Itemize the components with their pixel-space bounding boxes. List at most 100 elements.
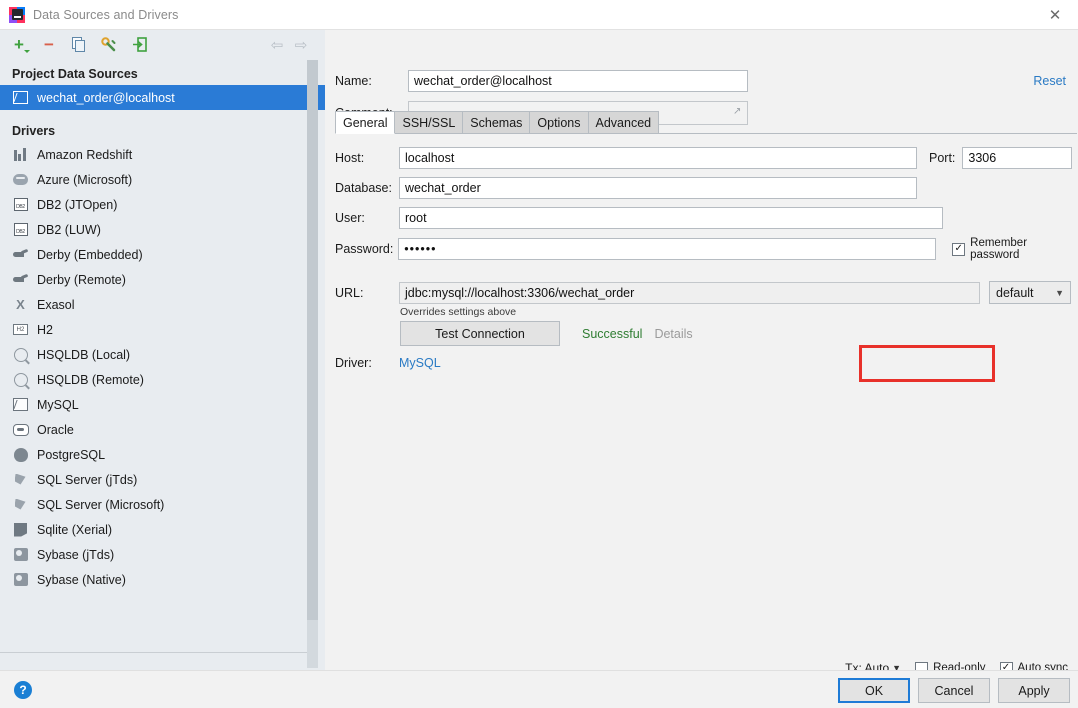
driver-item-derby-remote[interactable]: Derby (Remote) bbox=[0, 267, 325, 292]
driver-item-amazon-redshift[interactable]: Amazon Redshift bbox=[0, 142, 325, 167]
driver-item-exasol[interactable]: X Exasol bbox=[0, 292, 325, 317]
driver-item-hsqldb-local[interactable]: HSQLDB (Local) bbox=[0, 342, 325, 367]
tab-options[interactable]: Options bbox=[529, 111, 588, 133]
tab-schemas[interactable]: Schemas bbox=[462, 111, 530, 133]
driver-item-label: Exasol bbox=[37, 298, 75, 312]
password-input[interactable]: •••••• bbox=[398, 238, 936, 260]
nav-forward-icon[interactable]: ⇨ bbox=[289, 34, 313, 56]
help-icon[interactable]: ? bbox=[14, 681, 32, 699]
driver-item-sql-server-jtds[interactable]: SQL Server (jTds) bbox=[0, 467, 325, 492]
window-title-bar: Data Sources and Drivers ✕ bbox=[0, 0, 1078, 30]
reset-link[interactable]: Reset bbox=[1033, 74, 1066, 88]
url-label: URL: bbox=[335, 286, 399, 300]
drivers-header: Drivers bbox=[0, 110, 325, 142]
sybase-icon bbox=[12, 546, 29, 563]
sqlserver-icon bbox=[12, 496, 29, 513]
mysql-driver-icon bbox=[12, 89, 29, 106]
sidebar-toolbar: + − ⇦ ⇨ bbox=[0, 30, 325, 59]
apply-button[interactable]: Apply bbox=[998, 678, 1070, 703]
sybase-icon bbox=[12, 571, 29, 588]
password-field-row: Password: •••••• ✓ Remember password bbox=[335, 237, 1078, 261]
driver-item-sqlite-xerial[interactable]: Sqlite (Xerial) bbox=[0, 517, 325, 542]
data-sources-and-drivers-dialog: Data Sources and Drivers ✕ + − bbox=[0, 0, 1078, 708]
driver-item-derby-embedded[interactable]: Derby (Embedded) bbox=[0, 242, 325, 267]
cancel-button[interactable]: Cancel bbox=[918, 678, 990, 703]
add-data-source-button[interactable]: + bbox=[8, 34, 30, 56]
driver-item-azure-microsoft[interactable]: Azure (Microsoft) bbox=[0, 167, 325, 192]
driver-item-mysql[interactable]: MySQL bbox=[0, 392, 325, 417]
db2-icon: DB2 bbox=[12, 196, 29, 213]
sidebar-item-label: wechat_order@localhost bbox=[37, 91, 175, 105]
driver-item-label: HSQLDB (Local) bbox=[37, 348, 130, 362]
database-label: Database: bbox=[335, 181, 399, 195]
tab-general[interactable]: General bbox=[335, 111, 395, 134]
sqlserver-icon bbox=[12, 471, 29, 488]
sqlite-icon bbox=[12, 521, 29, 538]
driver-item-label: H2 bbox=[37, 323, 53, 337]
test-connection-button[interactable]: Test Connection bbox=[400, 321, 560, 346]
overrides-note: Overrides settings above bbox=[400, 306, 516, 318]
hsqldb-icon bbox=[12, 371, 29, 388]
h2-icon: H2 bbox=[12, 321, 29, 338]
sidebar-tree[interactable]: Project Data Sources wechat_order@localh… bbox=[0, 59, 325, 670]
driver-item-hsqldb-remote[interactable]: HSQLDB (Remote) bbox=[0, 367, 325, 392]
wrench-icon[interactable] bbox=[98, 34, 120, 56]
host-input[interactable]: localhost bbox=[399, 147, 917, 169]
port-input[interactable]: 3306 bbox=[962, 147, 1072, 169]
url-field-row: URL: jdbc:mysql://localhost:3306/wechat_… bbox=[335, 281, 1071, 304]
driver-item-h2[interactable]: H2 H2 bbox=[0, 317, 325, 342]
ok-button[interactable]: OK bbox=[838, 678, 910, 703]
url-input[interactable]: jdbc:mysql://localhost:3306/wechat_order bbox=[399, 282, 980, 304]
exasol-icon: X bbox=[12, 296, 29, 313]
sidebar-item-wechat-order[interactable]: wechat_order@localhost bbox=[0, 85, 325, 110]
driver-item-db2-jtopen[interactable]: DB2 DB2 (JTOpen) bbox=[0, 192, 325, 217]
window-title: Data Sources and Drivers bbox=[33, 8, 179, 22]
driver-item-postgresql[interactable]: PostgreSQL bbox=[0, 442, 325, 467]
remove-data-source-button[interactable]: − bbox=[38, 34, 60, 56]
remember-password-checkbox[interactable]: ✓ Remember password bbox=[952, 237, 1078, 261]
nav-back-icon[interactable]: ⇦ bbox=[265, 34, 289, 56]
url-mode-select[interactable]: default ▼ bbox=[989, 281, 1071, 304]
url-mode-value: default bbox=[996, 286, 1034, 300]
driver-item-label: Amazon Redshift bbox=[37, 148, 132, 162]
mysql-icon bbox=[12, 396, 29, 413]
driver-item-sybase-native[interactable]: Sybase (Native) bbox=[0, 567, 325, 592]
import-data-source-button[interactable] bbox=[128, 34, 150, 56]
data-source-settings-panel: Name: wechat_order@localhost Reset Comme… bbox=[326, 30, 1078, 670]
close-icon[interactable]: ✕ bbox=[1032, 0, 1078, 30]
test-details-link[interactable]: Details bbox=[654, 327, 692, 341]
data-sources-sidebar: + − ⇦ ⇨ bbox=[0, 30, 325, 670]
driver-item-label: HSQLDB (Remote) bbox=[37, 373, 144, 387]
sidebar-scrollbar[interactable] bbox=[307, 60, 318, 668]
driver-item-label: PostgreSQL bbox=[37, 448, 105, 462]
azure-icon bbox=[12, 171, 29, 188]
driver-link[interactable]: MySQL bbox=[399, 356, 441, 370]
user-input[interactable]: root bbox=[399, 207, 943, 229]
driver-item-label: SQL Server (jTds) bbox=[37, 473, 137, 487]
driver-item-db2-luw[interactable]: DB2 DB2 (LUW) bbox=[0, 217, 325, 242]
name-input[interactable]: wechat_order@localhost bbox=[408, 70, 748, 92]
copy-data-source-button[interactable] bbox=[68, 34, 90, 56]
checkbox-box: ✓ bbox=[952, 243, 965, 256]
driver-item-sql-server-microsoft[interactable]: SQL Server (Microsoft) bbox=[0, 492, 325, 517]
redshift-icon bbox=[12, 146, 29, 163]
driver-item-label: DB2 (JTOpen) bbox=[37, 198, 117, 212]
database-input[interactable]: wechat_order bbox=[399, 177, 917, 199]
driver-item-oracle[interactable]: Oracle bbox=[0, 417, 325, 442]
derby-icon bbox=[12, 246, 29, 263]
driver-item-sybase-jtds[interactable]: Sybase (jTds) bbox=[0, 542, 325, 567]
port-label: Port: bbox=[929, 151, 955, 165]
remember-password-label: Remember password bbox=[970, 237, 1078, 261]
db2-icon: DB2 bbox=[12, 221, 29, 238]
url-value: jdbc:mysql://localhost:3306/wechat_order bbox=[405, 286, 634, 300]
password-label: Password: bbox=[335, 242, 398, 256]
test-status-text: Successful bbox=[582, 327, 642, 341]
tab-ssh-ssl[interactable]: SSH/SSL bbox=[394, 111, 463, 133]
intellij-logo-icon bbox=[9, 7, 25, 23]
driver-item-label: SQL Server (Microsoft) bbox=[37, 498, 164, 512]
dialog-button-group: OK Cancel Apply bbox=[838, 678, 1070, 703]
chevron-down-icon: ▼ bbox=[1055, 288, 1064, 298]
tab-advanced[interactable]: Advanced bbox=[588, 111, 660, 133]
name-label: Name: bbox=[335, 74, 408, 88]
sidebar-scrollbar-thumb[interactable] bbox=[307, 60, 318, 620]
